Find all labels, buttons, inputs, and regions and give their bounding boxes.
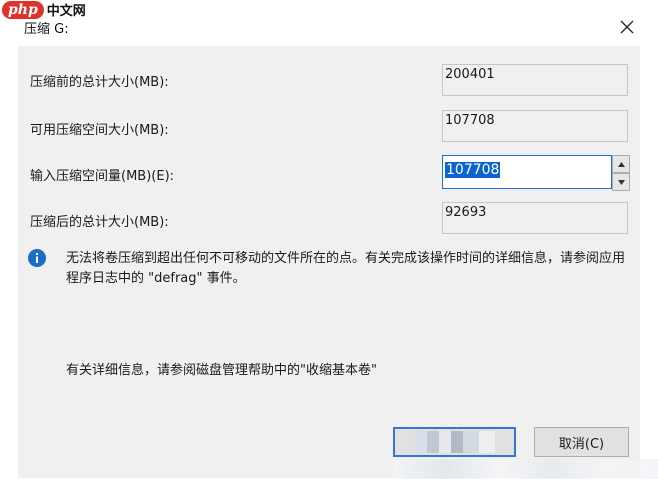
triangle-down-icon bbox=[617, 179, 625, 185]
available-space-label: 可用压缩空间大小(MB): bbox=[30, 123, 169, 138]
shrink-amount-selected-text: 107708 bbox=[445, 162, 501, 178]
window-title: 压缩 G: bbox=[24, 22, 69, 37]
total-before-label: 压缩前的总计大小(MB): bbox=[30, 75, 169, 90]
shrink-button-blurred-label bbox=[414, 431, 495, 453]
info-message-text: 无法将卷压缩到超出任何不可移动的文件所在的点。有关完成该操作时间的详细信息，请参… bbox=[66, 251, 626, 286]
stepper-up-button[interactable] bbox=[612, 155, 630, 173]
total-after-value: 92693 bbox=[442, 202, 628, 234]
available-space-value: 107708 bbox=[442, 110, 628, 142]
blurred-region bbox=[393, 459, 658, 479]
php-watermark: php 中文网 bbox=[2, 0, 86, 19]
dialog-body: 压缩前的总计大小(MB): 200401 可用压缩空间大小(MB): 10770… bbox=[18, 46, 658, 479]
stepper-down-button[interactable] bbox=[612, 173, 630, 191]
close-icon bbox=[620, 20, 634, 34]
triangle-up-icon bbox=[617, 161, 625, 167]
shrink-amount-stepper[interactable]: 107708 bbox=[442, 155, 630, 191]
shrink-amount-input[interactable]: 107708 bbox=[442, 155, 612, 189]
shrink-button[interactable] bbox=[393, 427, 516, 457]
info-icon bbox=[28, 249, 46, 267]
watermark-text: 中文网 bbox=[46, 4, 86, 19]
total-before-value: 200401 bbox=[442, 64, 628, 96]
title-bar: php 中文网 压缩 G: bbox=[0, 0, 658, 46]
help-link-text: 有关详细信息，请参阅磁盘管理帮助中的"收缩基本卷" bbox=[66, 363, 377, 378]
shrink-amount-label: 输入压缩空间量(MB)(E): bbox=[30, 169, 175, 184]
total-after-label: 压缩后的总计大小(MB): bbox=[30, 215, 169, 230]
cancel-button[interactable]: 取消(C) bbox=[534, 427, 629, 457]
stepper-buttons bbox=[612, 155, 630, 191]
watermark-badge: php bbox=[2, 0, 44, 19]
close-button[interactable] bbox=[614, 14, 640, 40]
